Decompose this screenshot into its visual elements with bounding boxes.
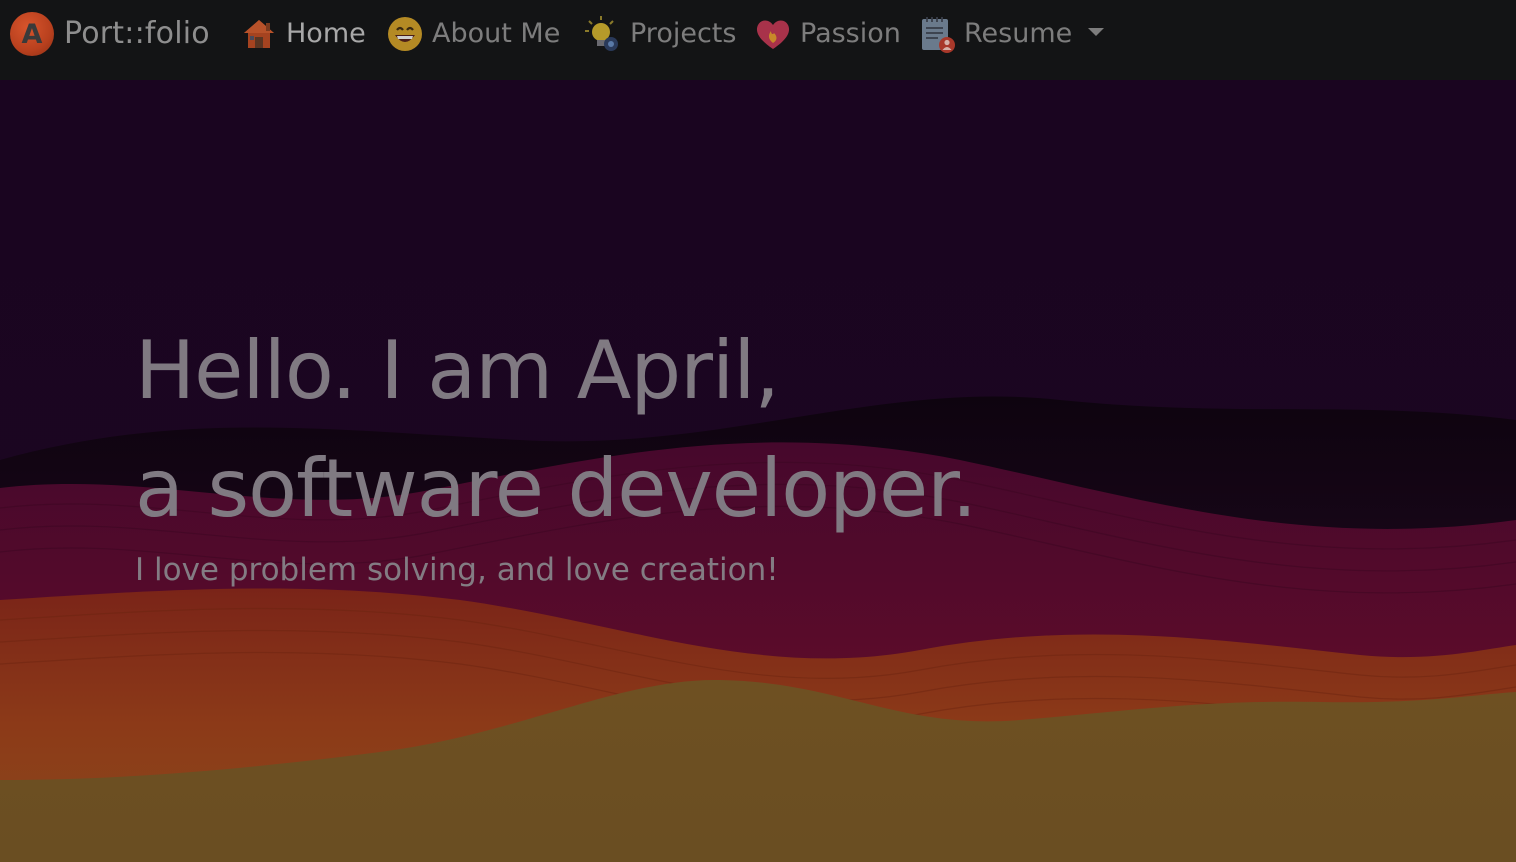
- brand-link[interactable]: A Port::folio: [10, 12, 210, 56]
- nav-item-about-me[interactable]: About Me: [386, 12, 560, 56]
- hero-tagline: I love problem solving, and love creatio…: [135, 552, 779, 588]
- top-navbar: A Port::folio Home About Me Projects Pas…: [0, 0, 1516, 80]
- nav-item-resume[interactable]: Resume: [918, 12, 1105, 56]
- nav-label-projects: Projects: [630, 18, 737, 49]
- house-icon: [240, 15, 278, 53]
- nav-item-passion[interactable]: Passion: [754, 12, 901, 56]
- nav-item-home[interactable]: Home: [240, 12, 366, 56]
- nav-label-about-me: About Me: [432, 18, 561, 49]
- heart-fire-icon: [754, 15, 792, 53]
- nav-label-resume: Resume: [964, 18, 1073, 49]
- nav-label-home: Home: [286, 18, 366, 49]
- hero-text-block: Hello. I am April, a software developer.…: [135, 312, 977, 590]
- nav-label-passion: Passion: [800, 18, 901, 49]
- chevron-down-icon: [1088, 28, 1105, 36]
- lightbulb-icon: [584, 15, 622, 53]
- nav-item-projects[interactable]: Projects: [584, 12, 736, 56]
- grinning-face-icon: [386, 15, 424, 53]
- hero-heading-line-1: Hello. I am April,: [135, 324, 780, 417]
- letter-a-logo-icon: A: [10, 12, 54, 56]
- brand-title: Port::folio: [64, 16, 210, 51]
- notepad-user-icon: [918, 15, 956, 53]
- portfolio-page: A Port::folio Home About Me Projects Pas…: [0, 0, 1516, 862]
- hero-section: Hello. I am April, a software developer.…: [0, 80, 1516, 862]
- hero-heading-line-2: a software developer.: [135, 442, 977, 535]
